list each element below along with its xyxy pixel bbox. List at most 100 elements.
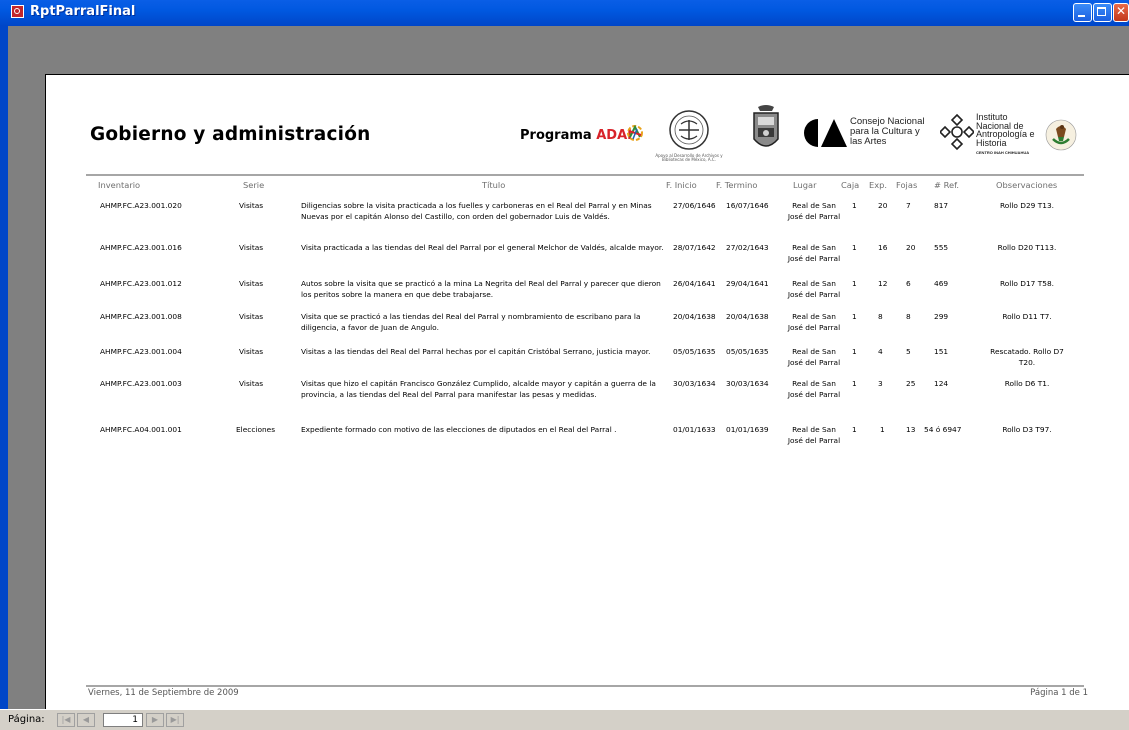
cell-serie: Visitas	[239, 379, 264, 388]
cell-inventario: AHMP.FC.A23.001.012	[100, 279, 182, 288]
cell-exp: 16	[878, 243, 888, 252]
cell-observaciones: Rollo D29 T13.	[999, 201, 1054, 210]
first-page-button[interactable]: |◀	[57, 713, 75, 727]
cell-titulo: Visitas que hizo el capitán Francisco Go…	[301, 379, 656, 399]
record-navigation-bar: Página: |◀ ◀ 1 ▶ ▶|	[0, 709, 1129, 730]
cell-f-inicio: 26/04/1641	[673, 279, 716, 288]
cell-lugar: Real de San José del Parral	[787, 379, 841, 399]
cell-serie: Visitas	[239, 243, 264, 252]
inah-name: Instituto Nacional de Antropología e His…	[976, 112, 1035, 148]
cell-lugar: Real de San José del Parral	[787, 347, 841, 367]
adai-icon	[627, 124, 643, 141]
col-header-f-termino: F. Termino	[716, 180, 758, 190]
cell-f-termino: 01/01/1639	[726, 425, 769, 434]
page-number-input[interactable]: 1	[103, 713, 143, 727]
cell-fojas: 20	[906, 243, 916, 252]
col-header-f-inicio: F. Inicio	[666, 180, 697, 190]
cell-observaciones: Rollo D17 T58.	[999, 279, 1054, 288]
cell-observaciones: Rollo D3 T97.	[1002, 425, 1052, 434]
report-page: Gobierno y administración Programa ADAI …	[45, 74, 1129, 728]
cell-f-inicio: 20/04/1638	[673, 312, 716, 321]
parral-shield-icon	[753, 105, 779, 147]
close-button[interactable]	[1113, 3, 1129, 22]
cell-exp: 20	[878, 201, 888, 210]
cell-titulo: Diligencias sobre la visita practicada a…	[301, 201, 652, 221]
cell-ref: 124	[934, 379, 949, 388]
cell-titulo: Visita que se practicó a las tiendas del…	[301, 312, 641, 332]
cell-f-termino: 20/04/1638	[726, 312, 769, 321]
cell-titulo: Expediente formado con motivo de las ele…	[301, 425, 617, 434]
cell-fojas: 25	[906, 379, 916, 388]
cell-serie: Visitas	[239, 279, 264, 288]
cell-titulo: Visitas a las tiendas del Real del Parra…	[301, 347, 651, 356]
cell-caja: 1	[852, 312, 857, 321]
cell-serie: Visitas	[239, 312, 264, 321]
cell-lugar: Real de San José del Parral	[787, 425, 841, 445]
cell-serie: Visitas	[239, 201, 264, 210]
cell-f-termino: 29/04/1641	[726, 279, 769, 288]
cell-caja: 1	[852, 425, 857, 434]
print-preview-area[interactable]: Gobierno y administración Programa ADAI …	[12, 26, 1129, 728]
maximize-button[interactable]	[1093, 3, 1112, 22]
report-title: Gobierno y administración	[90, 124, 371, 145]
header-rule	[86, 174, 1084, 176]
cell-lugar: Real de San José del Parral	[787, 201, 841, 221]
cell-f-termino: 16/07/1646	[726, 201, 769, 210]
footer-date: Viernes, 11 de Septiembre de 2009	[88, 688, 239, 698]
window-titlebar[interactable]: RptParralFinal	[0, 0, 1129, 26]
col-header-titulo: Título	[482, 180, 506, 190]
inah-subtitle: CENTRO INAH CHIHUAHUA	[976, 150, 1030, 155]
cell-f-termino: 27/02/1643	[726, 243, 769, 252]
cell-fojas: 8	[906, 312, 911, 321]
inah-icon	[938, 113, 976, 151]
last-page-button[interactable]: ▶|	[166, 713, 184, 727]
cell-caja: 1	[852, 201, 857, 210]
cell-titulo: Visita practicada a las tiendas del Real…	[301, 243, 664, 252]
cell-f-inicio: 05/05/1635	[673, 347, 716, 356]
cell-ref: 555	[934, 243, 949, 252]
cell-f-termino: 30/03/1634	[726, 379, 769, 388]
cell-inventario: AHMP.FC.A04.001.001	[100, 425, 182, 434]
cell-exp: 4	[878, 347, 883, 356]
next-page-button[interactable]: ▶	[146, 713, 164, 727]
inah-logo: Instituto Nacional de Antropología e His…	[938, 111, 1080, 161]
cell-caja: 1	[852, 347, 857, 356]
col-header-inventario: Inventario	[98, 180, 141, 190]
cell-exp: 8	[878, 312, 883, 321]
footer-page-count: Página 1 de 1	[1030, 688, 1088, 698]
footer-rule	[86, 685, 1084, 687]
cell-lugar: Real de San José del Parral	[787, 279, 841, 299]
adai-seal-logo: Apoyo al Desarrollo de Archivos y Biblio…	[654, 108, 724, 166]
cell-caja: 1	[852, 379, 857, 388]
cell-fojas: 13	[906, 425, 916, 434]
cell-inventario: AHMP.FC.A23.001.008	[100, 312, 182, 321]
col-header-ref: # Ref.	[934, 180, 960, 190]
col-header-observaciones: Observaciones	[996, 180, 1058, 190]
cell-caja: 1	[852, 279, 857, 288]
cell-f-inicio: 01/01/1633	[673, 425, 716, 434]
cell-serie: Elecciones	[236, 425, 276, 434]
cell-observaciones: Rollo D20 T113.	[997, 243, 1057, 252]
cell-ref: 817	[934, 201, 949, 210]
seal-icon	[669, 110, 709, 150]
adai-seal-caption: Apoyo al Desarrollo de Archivos y Biblio…	[655, 153, 723, 162]
col-header-caja: Caja	[841, 180, 860, 190]
minimize-button[interactable]	[1073, 3, 1092, 22]
cell-inventario: AHMP.FC.A23.001.004	[100, 347, 182, 356]
mexico-coat-of-arms-icon	[1045, 119, 1077, 151]
conaculta-icon	[804, 119, 847, 147]
cell-lugar: Real de San José del Parral	[787, 312, 841, 332]
conaculta-logo: Consejo Nacional para la Cultura y las A…	[804, 113, 934, 159]
adai-logo-text: Programa ADAI	[520, 128, 632, 143]
cell-serie: Visitas	[239, 347, 264, 356]
report-app-icon[interactable]	[11, 5, 24, 18]
cell-inventario: AHMP.FC.A23.001.016	[100, 243, 182, 252]
previous-page-button[interactable]: ◀	[77, 713, 95, 727]
cell-inventario: AHMP.FC.A23.001.020	[100, 201, 182, 210]
conaculta-text: Consejo Nacional para la Cultura y las A…	[850, 116, 925, 147]
cell-fojas: 6	[906, 279, 911, 288]
cell-fojas: 7	[906, 201, 911, 210]
cell-exp: 3	[878, 379, 883, 388]
col-header-serie: Serie	[243, 180, 265, 190]
cell-fojas: 5	[906, 347, 911, 356]
